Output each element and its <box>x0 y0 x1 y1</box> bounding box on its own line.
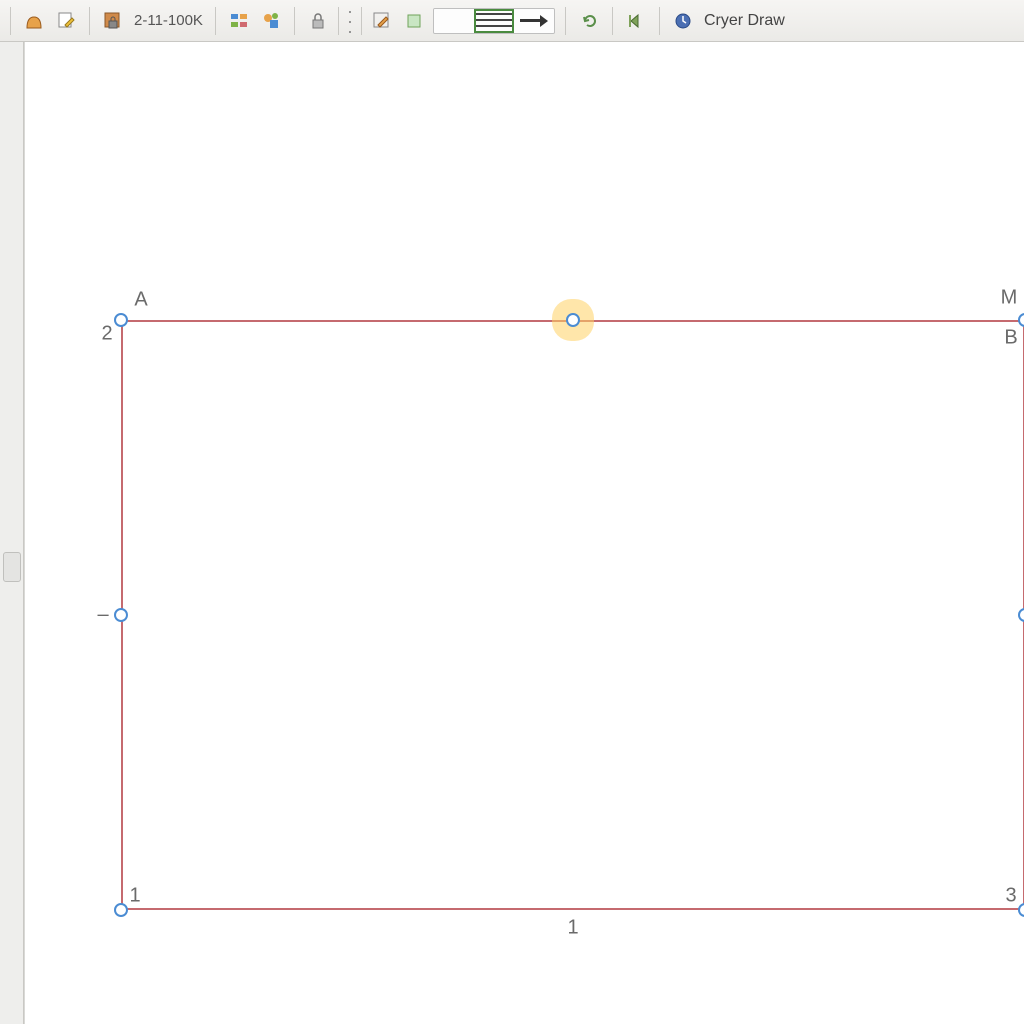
label-mid-left: – <box>97 604 108 627</box>
node-bottom-left[interactable] <box>114 903 128 917</box>
grip-icon: ··· <box>347 7 353 35</box>
node-top-mid[interactable] <box>566 313 580 327</box>
separator <box>612 7 613 35</box>
left-gutter <box>0 42 24 1024</box>
separator <box>361 7 362 35</box>
separator <box>659 7 660 35</box>
separator <box>89 7 90 35</box>
workspace: A 2 M B – 1 1 3 <box>0 42 1024 1024</box>
edit-pencil-icon[interactable] <box>367 6 397 36</box>
label-A: A <box>134 289 147 312</box>
label-bl-1: 1 <box>129 885 140 908</box>
style-arrow[interactable] <box>514 9 554 33</box>
scale-label: 2-11-100K <box>130 12 207 29</box>
label-2: 2 <box>101 323 112 346</box>
node-mid-left[interactable] <box>114 608 128 622</box>
separator <box>215 7 216 35</box>
green-square-icon[interactable] <box>399 6 429 36</box>
scale-lock-icon[interactable] <box>98 6 128 36</box>
shapes-icon[interactable] <box>256 6 286 36</box>
palette-icon[interactable] <box>224 6 254 36</box>
gutter-handle[interactable] <box>3 552 21 582</box>
arch-icon[interactable] <box>19 6 49 36</box>
label-B: B <box>1004 327 1017 350</box>
rectangle-shape[interactable] <box>121 320 1024 910</box>
style-plain[interactable] <box>434 9 474 33</box>
style-lines[interactable] <box>474 9 514 33</box>
main-toolbar: 2-11-100K ··· Cryer Draw <box>0 0 1024 42</box>
undo-icon[interactable] <box>574 6 604 36</box>
clock-icon[interactable] <box>668 6 698 36</box>
label-M: M <box>1001 287 1018 310</box>
separator <box>10 7 11 35</box>
drawing-canvas[interactable]: A 2 M B – 1 1 3 <box>24 42 1024 1024</box>
line-style-group <box>433 8 555 34</box>
cryer-draw-label: Cryer Draw <box>704 12 785 30</box>
separator <box>338 7 339 35</box>
separator <box>294 7 295 35</box>
separator <box>565 7 566 35</box>
label-bm-1: 1 <box>567 917 578 940</box>
step-back-icon[interactable] <box>621 6 651 36</box>
label-br-3: 3 <box>1005 885 1016 908</box>
lock-icon[interactable] <box>303 6 333 36</box>
sheet-edit-icon[interactable] <box>51 6 81 36</box>
node-bottom-right[interactable] <box>1018 903 1024 917</box>
node-top-left[interactable] <box>114 313 128 327</box>
